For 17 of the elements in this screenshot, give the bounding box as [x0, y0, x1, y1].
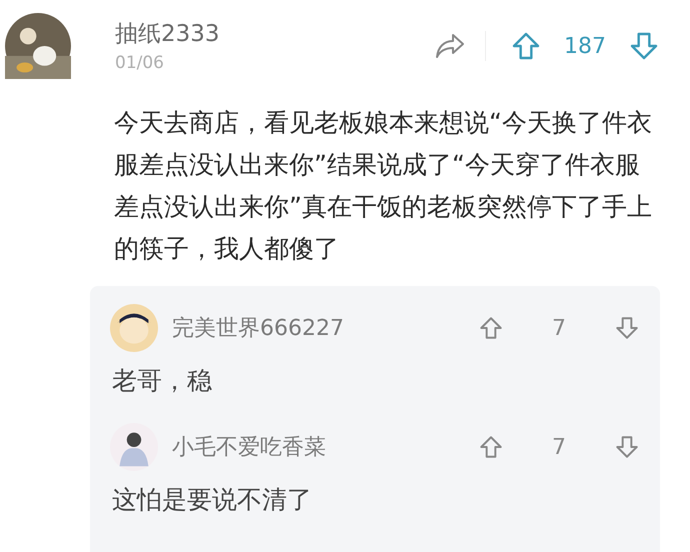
upvote-icon[interactable]	[510, 30, 542, 62]
upvote-icon[interactable]	[478, 434, 504, 460]
post-date: 01/06	[115, 53, 165, 73]
reply-text: 老哥，稳	[112, 365, 213, 397]
downvote-icon[interactable]	[614, 315, 640, 341]
reply-text: 这怕是要说不清了	[112, 484, 313, 516]
vote-count: 187	[563, 34, 607, 58]
vote-count: 7	[551, 434, 567, 460]
upvote-icon[interactable]	[478, 315, 504, 341]
reply-author[interactable]: 完美世界666227	[172, 313, 478, 343]
downvote-icon[interactable]	[614, 434, 640, 460]
vote-count: 7	[551, 316, 567, 340]
author-name[interactable]: 抽纸2333	[115, 19, 435, 49]
reply-author[interactable]: 小毛不爱吃香菜	[172, 432, 478, 462]
downvote-icon[interactable]	[628, 30, 660, 62]
post-text: 今天去商店，看见老板娘本来想说“今天换了件衣服差点没认出来你”结果说成了“今天穿了件衣服差点没认出来你”真在干饭的老板突然停下了手上的筷子，我人都傻了	[113, 107, 653, 265]
share-icon[interactable]	[435, 33, 465, 59]
